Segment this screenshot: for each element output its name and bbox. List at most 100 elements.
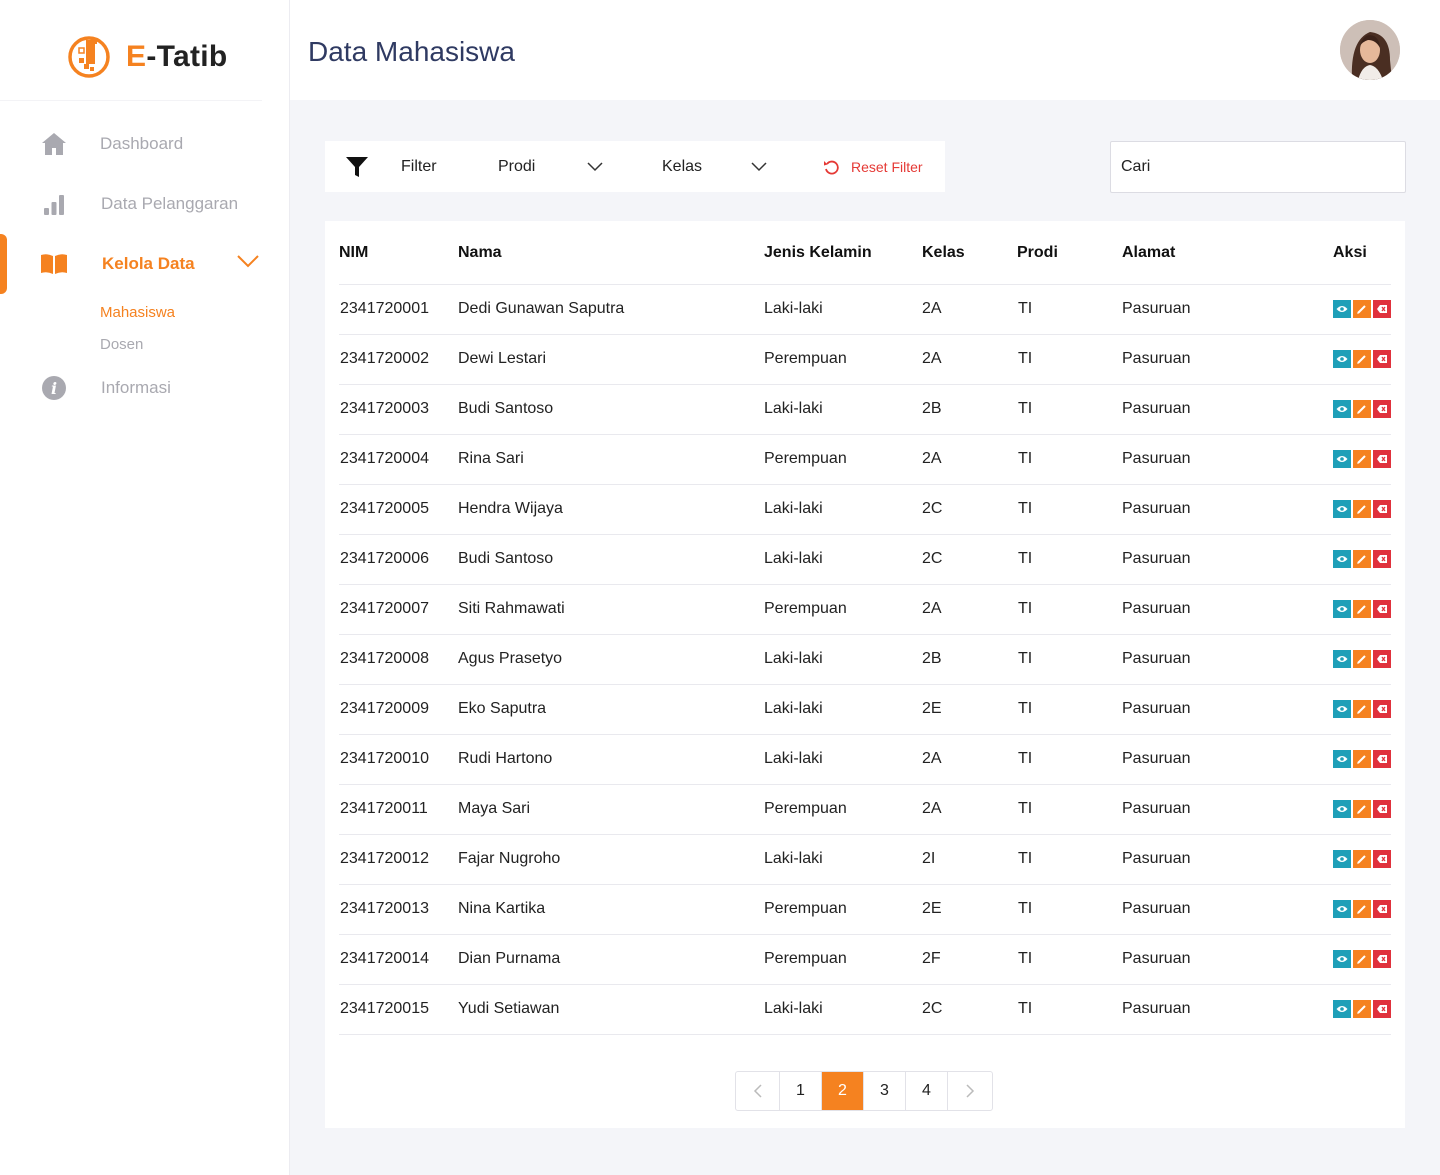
delete-button[interactable] (1373, 650, 1391, 668)
pagination-page-4[interactable]: 4 (906, 1072, 948, 1110)
row-alamat: Pasuruan (1122, 650, 1191, 667)
view-button[interactable] (1333, 350, 1351, 368)
view-button[interactable] (1333, 700, 1351, 718)
delete-button[interactable] (1373, 750, 1391, 768)
edit-button[interactable] (1353, 400, 1371, 418)
view-button[interactable] (1333, 300, 1351, 318)
delete-button[interactable] (1373, 950, 1391, 968)
view-button[interactable] (1333, 1000, 1351, 1018)
edit-button[interactable] (1353, 650, 1371, 668)
view-button[interactable] (1333, 450, 1351, 468)
avatar[interactable] (1340, 20, 1400, 80)
delete-icon (1377, 305, 1387, 313)
view-button[interactable] (1333, 900, 1351, 918)
kelas-dropdown[interactable]: Kelas (662, 141, 767, 192)
logo-icon (68, 36, 110, 78)
delete-icon (1377, 605, 1387, 613)
delete-button[interactable] (1373, 1000, 1391, 1018)
edit-button[interactable] (1353, 700, 1371, 718)
row-jenis-kelamin: Perempuan (764, 600, 847, 617)
delete-icon (1377, 655, 1387, 663)
row-nama: Dedi Gunawan Saputra (458, 300, 625, 317)
edit-button[interactable] (1353, 750, 1371, 768)
row-nama: Nina Kartika (458, 900, 546, 917)
table-row: 2341720013 Nina Kartika Perempuan 2E TI Pasur… (339, 885, 1391, 935)
info-icon: i (40, 374, 68, 402)
table-row: 2341720005 Hendra Wijaya Laki-laki 2C TI Pasu… (339, 485, 1391, 535)
pagination-prev-button[interactable] (736, 1072, 780, 1110)
delete-button[interactable] (1373, 300, 1391, 318)
delete-button[interactable] (1373, 600, 1391, 618)
view-button[interactable] (1333, 950, 1351, 968)
eye-icon (1336, 306, 1348, 312)
edit-button[interactable] (1353, 450, 1371, 468)
delete-button[interactable] (1373, 800, 1391, 818)
reset-icon (824, 160, 839, 174)
sidebar-item-dashboard[interactable]: Dashboard (0, 114, 290, 174)
delete-button[interactable] (1373, 400, 1391, 418)
delete-button[interactable] (1373, 550, 1391, 568)
row-prodi: TI (1018, 400, 1033, 417)
chevron-right-icon (966, 1084, 975, 1098)
sidebar-item-data-pelanggaran[interactable]: Data Pelanggaran (0, 174, 290, 234)
edit-button[interactable] (1353, 350, 1371, 368)
sidebar-item-kelola-data[interactable]: Kelola Data (0, 234, 290, 294)
delete-button[interactable] (1373, 700, 1391, 718)
row-prodi: TI (1018, 800, 1033, 817)
edit-button[interactable] (1353, 900, 1371, 918)
pencil-icon (1357, 805, 1366, 814)
book-icon (40, 250, 68, 278)
sidebar-subitem-mahasiswa[interactable]: Mahasiswa (100, 304, 175, 321)
row-prodi: TI (1018, 500, 1033, 517)
row-nim: 2341720014 (340, 950, 429, 967)
edit-button[interactable] (1353, 600, 1371, 618)
edit-button[interactable] (1353, 500, 1371, 518)
eye-icon (1336, 706, 1348, 712)
delete-button[interactable] (1373, 350, 1391, 368)
search-input[interactable] (1110, 141, 1406, 193)
delete-button[interactable] (1373, 450, 1391, 468)
reset-filter-button[interactable]: Reset Filter (823, 141, 923, 192)
edit-button[interactable] (1353, 950, 1371, 968)
view-button[interactable] (1333, 600, 1351, 618)
view-button[interactable] (1333, 800, 1351, 818)
view-button[interactable] (1333, 550, 1351, 568)
row-actions (1333, 700, 1391, 718)
view-button[interactable] (1333, 650, 1351, 668)
bar-chart-icon (40, 190, 68, 218)
pagination-next-button[interactable] (948, 1072, 992, 1110)
pagination-page-3[interactable]: 3 (864, 1072, 906, 1110)
edit-button[interactable] (1353, 550, 1371, 568)
app-logo[interactable]: E-Tatib (66, 34, 228, 80)
filter-icon[interactable] (345, 141, 369, 192)
edit-button[interactable] (1353, 1000, 1371, 1018)
pencil-icon (1357, 1005, 1366, 1014)
sidebar: E-Tatib Dashboard Data Pelanggaran Kelol… (0, 0, 290, 1175)
row-nama: Budi Santoso (458, 550, 554, 567)
sidebar-subitem-dosen[interactable]: Dosen (100, 336, 143, 353)
view-button[interactable] (1333, 400, 1351, 418)
delete-button[interactable] (1373, 900, 1391, 918)
edit-button[interactable] (1353, 800, 1371, 818)
row-nama: Budi Santoso (458, 400, 554, 417)
chevron-left-icon (753, 1084, 762, 1098)
row-jenis-kelamin: Laki-laki (764, 400, 823, 417)
row-jenis-kelamin: Laki-laki (764, 1000, 823, 1017)
view-button[interactable] (1333, 500, 1351, 518)
row-prodi: TI (1018, 650, 1033, 667)
sidebar-item-informasi[interactable]: i Informasi (0, 358, 290, 418)
row-kelas: 2A (922, 350, 942, 367)
row-actions (1333, 1000, 1391, 1018)
row-prodi: TI (1018, 850, 1033, 867)
delete-button[interactable] (1373, 850, 1391, 868)
view-button[interactable] (1333, 750, 1351, 768)
prodi-dropdown[interactable]: Prodi (498, 141, 603, 192)
pagination-page-2[interactable]: 2 (822, 1072, 864, 1110)
pagination-page-1[interactable]: 1 (780, 1072, 822, 1110)
delete-button[interactable] (1373, 500, 1391, 518)
row-alamat: Pasuruan (1122, 1000, 1191, 1017)
edit-button[interactable] (1353, 850, 1371, 868)
edit-button[interactable] (1353, 300, 1371, 318)
table-row: 2341720012 Fajar Nugroho Laki-laki 2I TI Pasu… (339, 835, 1391, 885)
view-button[interactable] (1333, 850, 1351, 868)
